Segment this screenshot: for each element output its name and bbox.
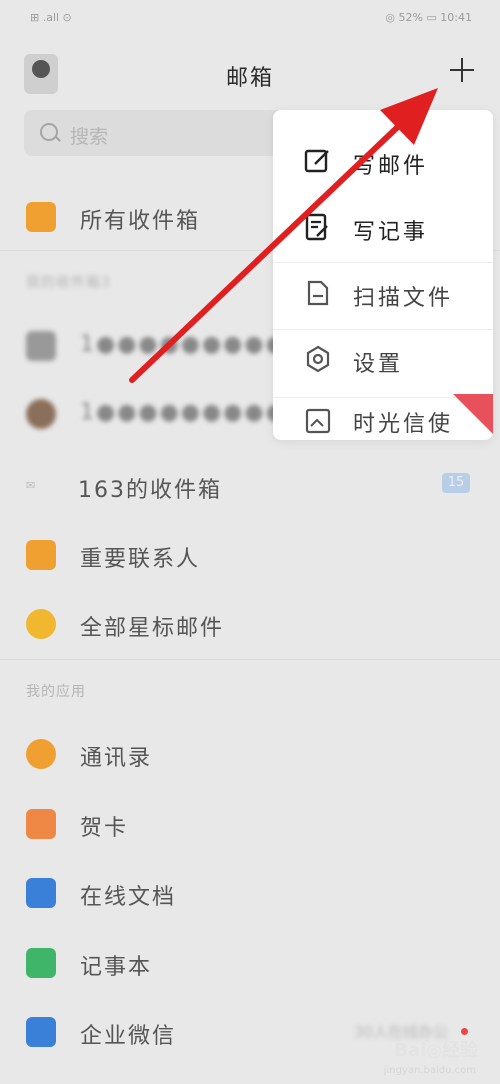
watermark-logo: Bai◎经验 (394, 1040, 478, 1061)
annotation-arrow (129, 88, 438, 383)
watermark-site: jingyan.baidu.com (383, 1065, 476, 1076)
